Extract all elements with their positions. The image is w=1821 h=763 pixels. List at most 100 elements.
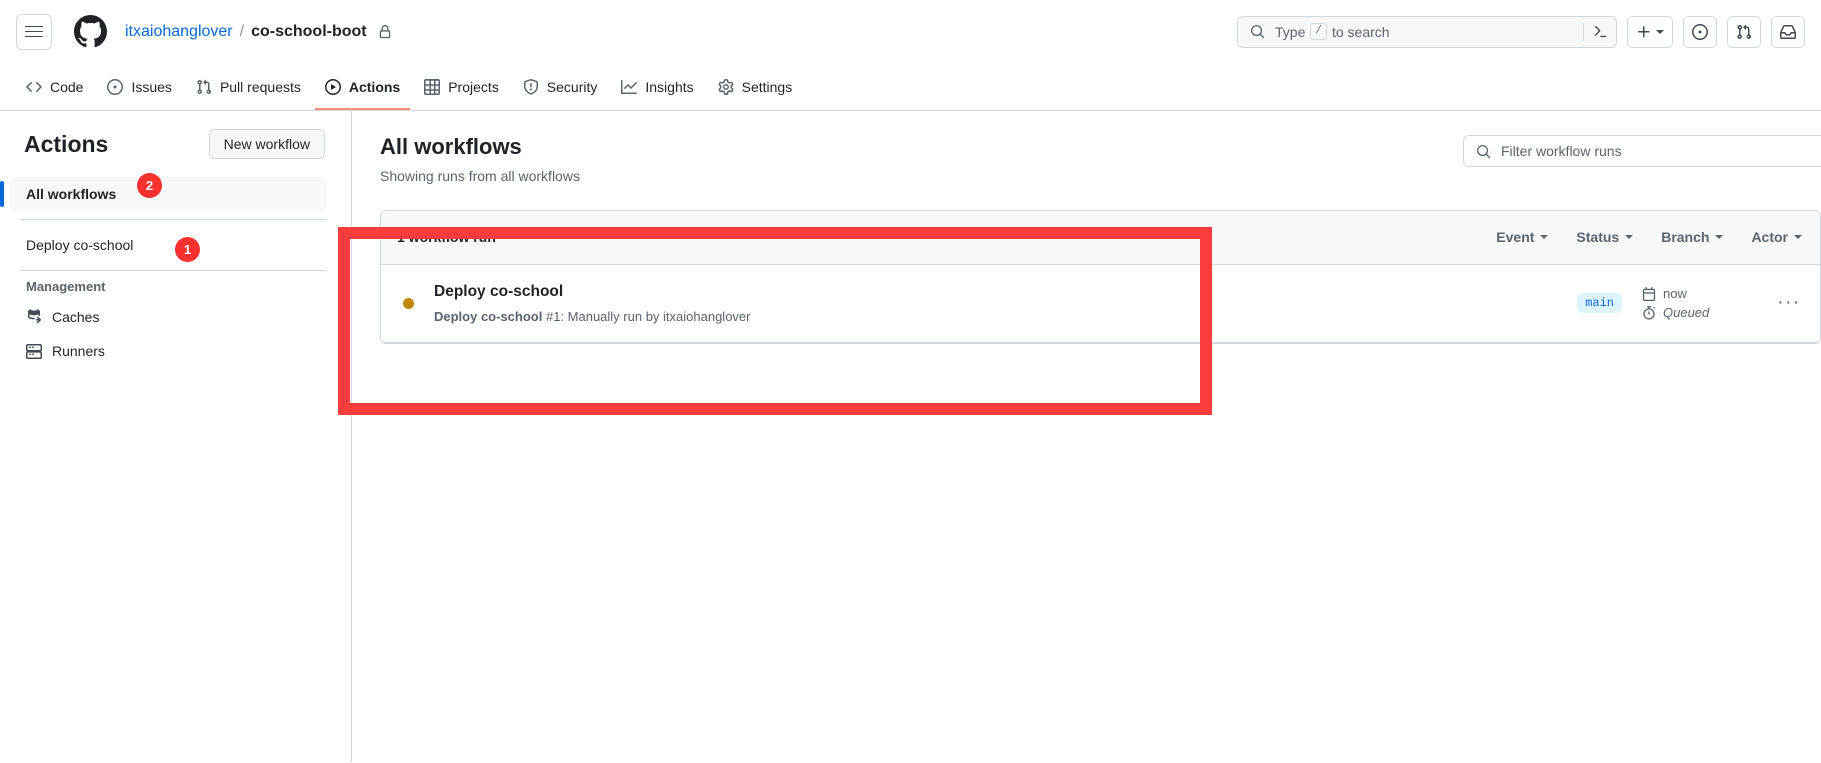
sidebar-item-label: All workflows — [26, 186, 117, 202]
main-header: All workflows Showing runs from all work… — [380, 133, 1821, 184]
shield-icon — [523, 78, 539, 95]
nav-label: Insights — [645, 78, 694, 95]
search-icon — [1250, 24, 1265, 39]
nav-item-projects[interactable]: Projects — [414, 63, 509, 110]
run-info: Deploy co-school Deploy co-school #1: Ma… — [434, 282, 1577, 324]
chevron-down-icon — [1540, 235, 1549, 240]
nav-item-settings[interactable]: Settings — [708, 63, 803, 110]
terminal-icon[interactable] — [1584, 24, 1608, 39]
pull-requests-button[interactable] — [1727, 15, 1761, 48]
run-time-label: now — [1663, 286, 1687, 302]
sidebar-item-label: Caches — [52, 309, 100, 325]
server-icon — [26, 343, 42, 359]
sidebar-item-label: Deploy co-school — [26, 237, 134, 253]
search-icon — [1476, 144, 1491, 159]
sidebar-divider — [20, 270, 327, 271]
workflow-run-row[interactable]: Deploy co-school Deploy co-school #1: Ma… — [381, 265, 1820, 343]
run-more-options-button[interactable]: ··· — [1774, 292, 1804, 314]
table-icon — [424, 78, 441, 95]
git-pull-request-icon — [196, 79, 212, 95]
stopwatch-icon — [1642, 305, 1656, 320]
workflow-runs-card: 1 workflow run Event Status Branch Actor… — [380, 209, 1821, 344]
issue-opened-icon — [1692, 23, 1708, 40]
new-workflow-button[interactable]: New workflow — [208, 129, 325, 159]
nav-label: Settings — [741, 78, 793, 95]
run-time: now — [1642, 286, 1772, 301]
page-title: Actions — [24, 130, 109, 157]
sidebar-item-all-workflows[interactable]: All workflows — [0, 177, 327, 211]
filter-status-dropdown[interactable]: Status — [1576, 229, 1634, 245]
annotation-badge-2: 2 — [137, 173, 162, 198]
issues-button[interactable] — [1683, 15, 1717, 48]
sidebar-item-caches[interactable]: Caches — [10, 300, 327, 334]
main-subtitle: Showing runs from all workflows — [380, 167, 580, 184]
chevron-down-icon — [1715, 235, 1724, 240]
search-placeholder-prefix: Type — [1275, 23, 1306, 40]
nav-item-insights[interactable]: Insights — [611, 63, 703, 110]
issue-opened-icon — [107, 78, 124, 95]
workflow-runs-count: 1 workflow run — [397, 229, 496, 246]
nav-item-pull-requests[interactable]: Pull requests — [186, 63, 311, 110]
filter-actor-dropdown[interactable]: Actor — [1751, 229, 1802, 245]
plus-icon — [1638, 25, 1650, 37]
calendar-icon — [1642, 286, 1656, 301]
main-content: All workflows Showing runs from all work… — [352, 111, 1821, 762]
nav-item-issues[interactable]: Issues — [97, 63, 181, 110]
code-icon — [26, 79, 42, 95]
breadcrumb-repo[interactable]: co-school-boot — [251, 23, 367, 41]
filter-placeholder: Filter workflow runs — [1501, 143, 1622, 159]
sidebar-item-runners[interactable]: Runners — [10, 334, 327, 368]
run-status-label: Queued — [1663, 305, 1710, 321]
repo-nav: Code Issues Pull requests Actions Projec… — [0, 63, 1821, 111]
chevron-down-icon — [1794, 235, 1802, 240]
nav-item-security[interactable]: Security — [513, 63, 608, 110]
nav-item-code[interactable]: Code — [16, 63, 93, 110]
notifications-button[interactable] — [1771, 15, 1805, 48]
chevron-down-icon — [1656, 29, 1664, 34]
nav-label: Code — [50, 78, 84, 95]
search-key-hint: / — [1310, 23, 1327, 40]
filter-branch-dropdown[interactable]: Branch — [1661, 229, 1724, 246]
run-subtitle: Deploy co-school #1: Manually run by itx… — [434, 309, 1577, 324]
filter-label: Event — [1496, 229, 1535, 246]
workflow-runs-toolbar: 1 workflow run Event Status Branch Actor — [381, 210, 1820, 265]
filter-label: Branch — [1661, 229, 1710, 246]
workflow-runs-filters: Event Status Branch Actor — [1496, 229, 1804, 245]
gear-icon — [718, 78, 734, 95]
run-status: Queued — [1642, 305, 1772, 320]
sidebar-header: Actions New workflow — [10, 129, 327, 159]
git-pull-request-icon — [1737, 24, 1752, 39]
main-title: All workflows — [380, 134, 522, 159]
nav-label: Projects — [448, 78, 499, 95]
search-placeholder: Type / to search — [1275, 23, 1390, 40]
sidebar-item-deploy-co-school[interactable]: Deploy co-school — [10, 228, 327, 262]
nav-label: Security — [546, 78, 598, 95]
search-input[interactable]: Type / to search — [1237, 15, 1617, 48]
top-header: itxaiohanglover / co-school-boot Type / … — [0, 0, 1821, 63]
run-meta: now Queued — [1642, 286, 1772, 320]
nav-label: Pull requests — [219, 78, 301, 95]
search-placeholder-suffix: to search — [1331, 23, 1390, 40]
run-title[interactable]: Deploy co-school — [434, 282, 1577, 302]
sidebar-divider — [20, 219, 327, 220]
lock-icon — [378, 24, 392, 39]
breadcrumb-separator: / — [239, 22, 245, 40]
filter-workflow-runs-input[interactable]: Filter workflow runs — [1463, 135, 1821, 167]
run-branch-badge[interactable]: main — [1577, 293, 1622, 314]
play-icon — [324, 78, 341, 95]
sidebar-group-management: Management — [26, 279, 106, 294]
hamburger-icon[interactable] — [16, 13, 52, 50]
breadcrumb: itxaiohanglover / co-school-boot — [125, 23, 392, 41]
github-logo-icon[interactable] — [74, 15, 107, 48]
breadcrumb-owner[interactable]: itxaiohanglover — [125, 23, 233, 41]
filter-event-dropdown[interactable]: Event — [1496, 229, 1549, 246]
nav-item-actions[interactable]: Actions — [314, 63, 411, 110]
run-status-dot-icon — [403, 297, 414, 309]
page-body: Actions New workflow All workflows Deplo… — [0, 111, 1821, 762]
main-header-text: All workflows Showing runs from all work… — [380, 133, 1463, 184]
header-actions: Type / to search — [1237, 15, 1805, 48]
nav-label: Issues — [131, 78, 172, 95]
nav-label: Actions — [348, 78, 401, 95]
create-new-button[interactable] — [1627, 15, 1673, 48]
cache-icon — [26, 309, 42, 325]
